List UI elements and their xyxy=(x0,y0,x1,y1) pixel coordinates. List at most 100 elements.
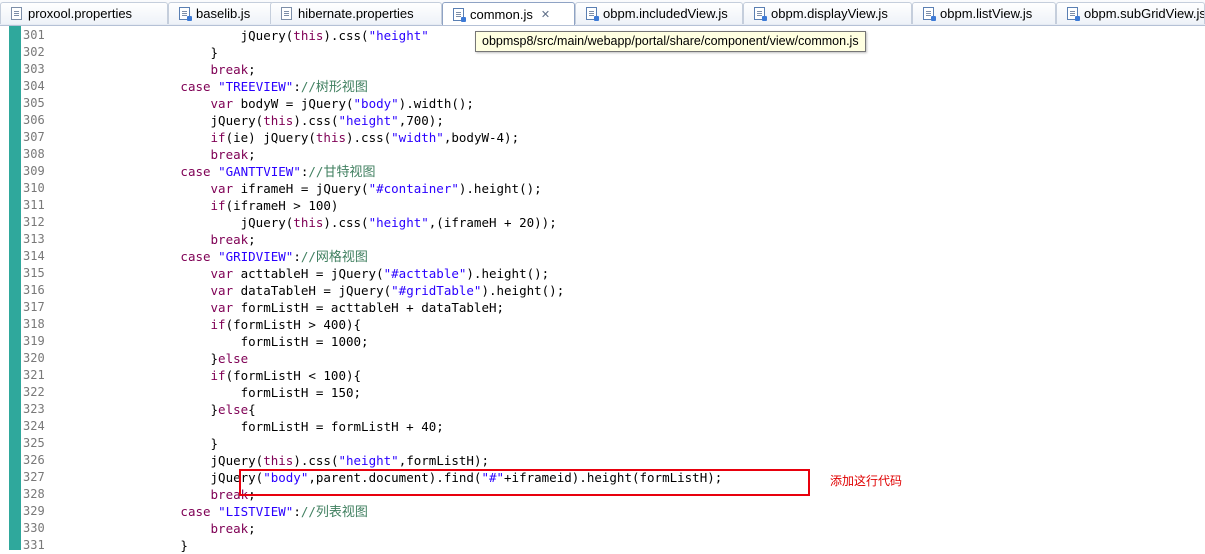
code-token: // xyxy=(308,164,324,179)
code-text: var acttableH = jQuery("#acttable").heig… xyxy=(60,265,550,282)
tab-label: obpm.includedView.js xyxy=(603,6,728,21)
line-number: 323 xyxy=(23,402,45,416)
code-token: iframeH = jQuery( xyxy=(233,181,369,196)
line-number: 310 xyxy=(23,181,45,195)
line-number: 312 xyxy=(23,215,45,229)
line-number: 316 xyxy=(23,283,45,297)
line-number: 321 xyxy=(23,368,45,382)
code-token: // xyxy=(300,504,316,519)
tab-5[interactable]: obpm.displayView.js xyxy=(743,2,912,24)
line-number: 315 xyxy=(23,266,45,280)
code-token: ).width(); xyxy=(398,96,474,111)
code-text: }else xyxy=(60,350,249,367)
code-line: 324 formListH = formListH + 40; xyxy=(0,418,1205,435)
code-token: } xyxy=(60,538,188,553)
code-line: 319 formListH = 1000; xyxy=(0,333,1205,350)
code-token: else xyxy=(218,402,249,417)
code-line: 311 if(iframeH > 100) xyxy=(0,197,1205,214)
code-text: var formListH = acttableH + dataTableH; xyxy=(60,299,505,316)
tab-label: hibernate.properties xyxy=(298,6,414,21)
code-token: } xyxy=(60,436,219,451)
code-line: 316 var dataTableH = jQuery("#gridTable"… xyxy=(0,282,1205,299)
line-number: 304 xyxy=(23,79,45,93)
code-token: case xyxy=(180,79,211,94)
code-line: 323 }else{ xyxy=(0,401,1205,418)
code-token: if xyxy=(210,198,226,213)
code-token: : xyxy=(293,249,301,264)
code-line: 314 case "GRIDVIEW"://网格视图 xyxy=(0,248,1205,265)
code-token: ).css( xyxy=(323,28,369,43)
tab-3[interactable]: common.js ✕ xyxy=(442,2,575,25)
code-token: jQuery( xyxy=(60,215,294,230)
line-number: 308 xyxy=(23,147,45,161)
line-number: 305 xyxy=(23,96,45,110)
code-text: case "LISTVIEW"://列表视图 xyxy=(60,503,368,521)
tab-label: baselib.js xyxy=(196,6,251,21)
code-token: "GANTTVIEW" xyxy=(218,164,301,179)
code-line: 305 var bodyW = jQuery("body").width(); xyxy=(0,95,1205,112)
line-number: 317 xyxy=(23,300,45,314)
code-token: "#gridTable" xyxy=(391,283,482,298)
tab-0[interactable]: proxool.properties xyxy=(0,2,168,24)
code-line: 309 case "GANTTVIEW"://甘特视图 xyxy=(0,163,1205,180)
tab-1[interactable]: baselib.js xyxy=(168,2,274,24)
code-text: if(formListH < 100){ xyxy=(60,367,362,384)
line-number: 306 xyxy=(23,113,45,127)
editor-tab-bar: proxool.properties baselib.js hibernate.pr… xyxy=(0,0,1205,26)
code-token: "height" xyxy=(368,28,429,43)
line-number: 303 xyxy=(23,62,45,76)
code-text: break; xyxy=(60,486,256,503)
line-number: 320 xyxy=(23,351,45,365)
code-text: case "GANTTVIEW"://甘特视图 xyxy=(60,163,375,181)
code-line: 304 case "TREEVIEW"://树形视图 xyxy=(0,78,1205,95)
close-icon[interactable]: ✕ xyxy=(541,8,550,21)
code-token: jQuery( xyxy=(60,453,264,468)
code-token: dataTableH = jQuery( xyxy=(233,283,392,298)
code-line: 325 } xyxy=(0,435,1205,452)
js-file-icon xyxy=(754,7,767,21)
code-token: // xyxy=(300,249,316,264)
code-text: formListH = 1000; xyxy=(60,333,369,350)
code-token: ).css( xyxy=(293,453,339,468)
code-token: } xyxy=(60,45,219,60)
code-token: this xyxy=(293,215,324,230)
code-token: "height" xyxy=(368,215,429,230)
code-token: var xyxy=(210,96,234,111)
highlight-box xyxy=(239,469,810,496)
line-number: 319 xyxy=(23,334,45,348)
code-text: } xyxy=(60,435,219,452)
tab-6[interactable]: obpm.listView.js xyxy=(912,2,1056,24)
code-text: if(formListH > 400){ xyxy=(60,316,362,333)
code-token: (iframeH > 100) xyxy=(225,198,339,213)
tab-4[interactable]: obpm.includedView.js xyxy=(575,2,743,24)
code-text: } xyxy=(60,44,219,61)
code-token: } xyxy=(60,351,219,366)
code-token: // xyxy=(300,79,316,94)
line-number: 330 xyxy=(23,521,45,535)
code-token: break xyxy=(210,232,249,247)
file-path-tooltip: obpmsp8/src/main/webapp/portal/share/com… xyxy=(475,31,866,52)
code-text: break; xyxy=(60,61,256,78)
line-number: 314 xyxy=(23,249,45,263)
code-text: var dataTableH = jQuery("#gridTable").he… xyxy=(60,282,565,299)
code-line: 321 if(formListH < 100){ xyxy=(0,367,1205,384)
code-token: ).css( xyxy=(293,113,339,128)
code-token: ; xyxy=(248,147,256,162)
tab-2[interactable]: hibernate.properties xyxy=(270,2,442,24)
js-file-icon xyxy=(586,7,599,21)
tab-7[interactable]: obpm.subGridView.js xyxy=(1056,2,1205,24)
code-text: case "GRIDVIEW"://网格视图 xyxy=(60,248,368,266)
code-token: "body" xyxy=(353,96,399,111)
